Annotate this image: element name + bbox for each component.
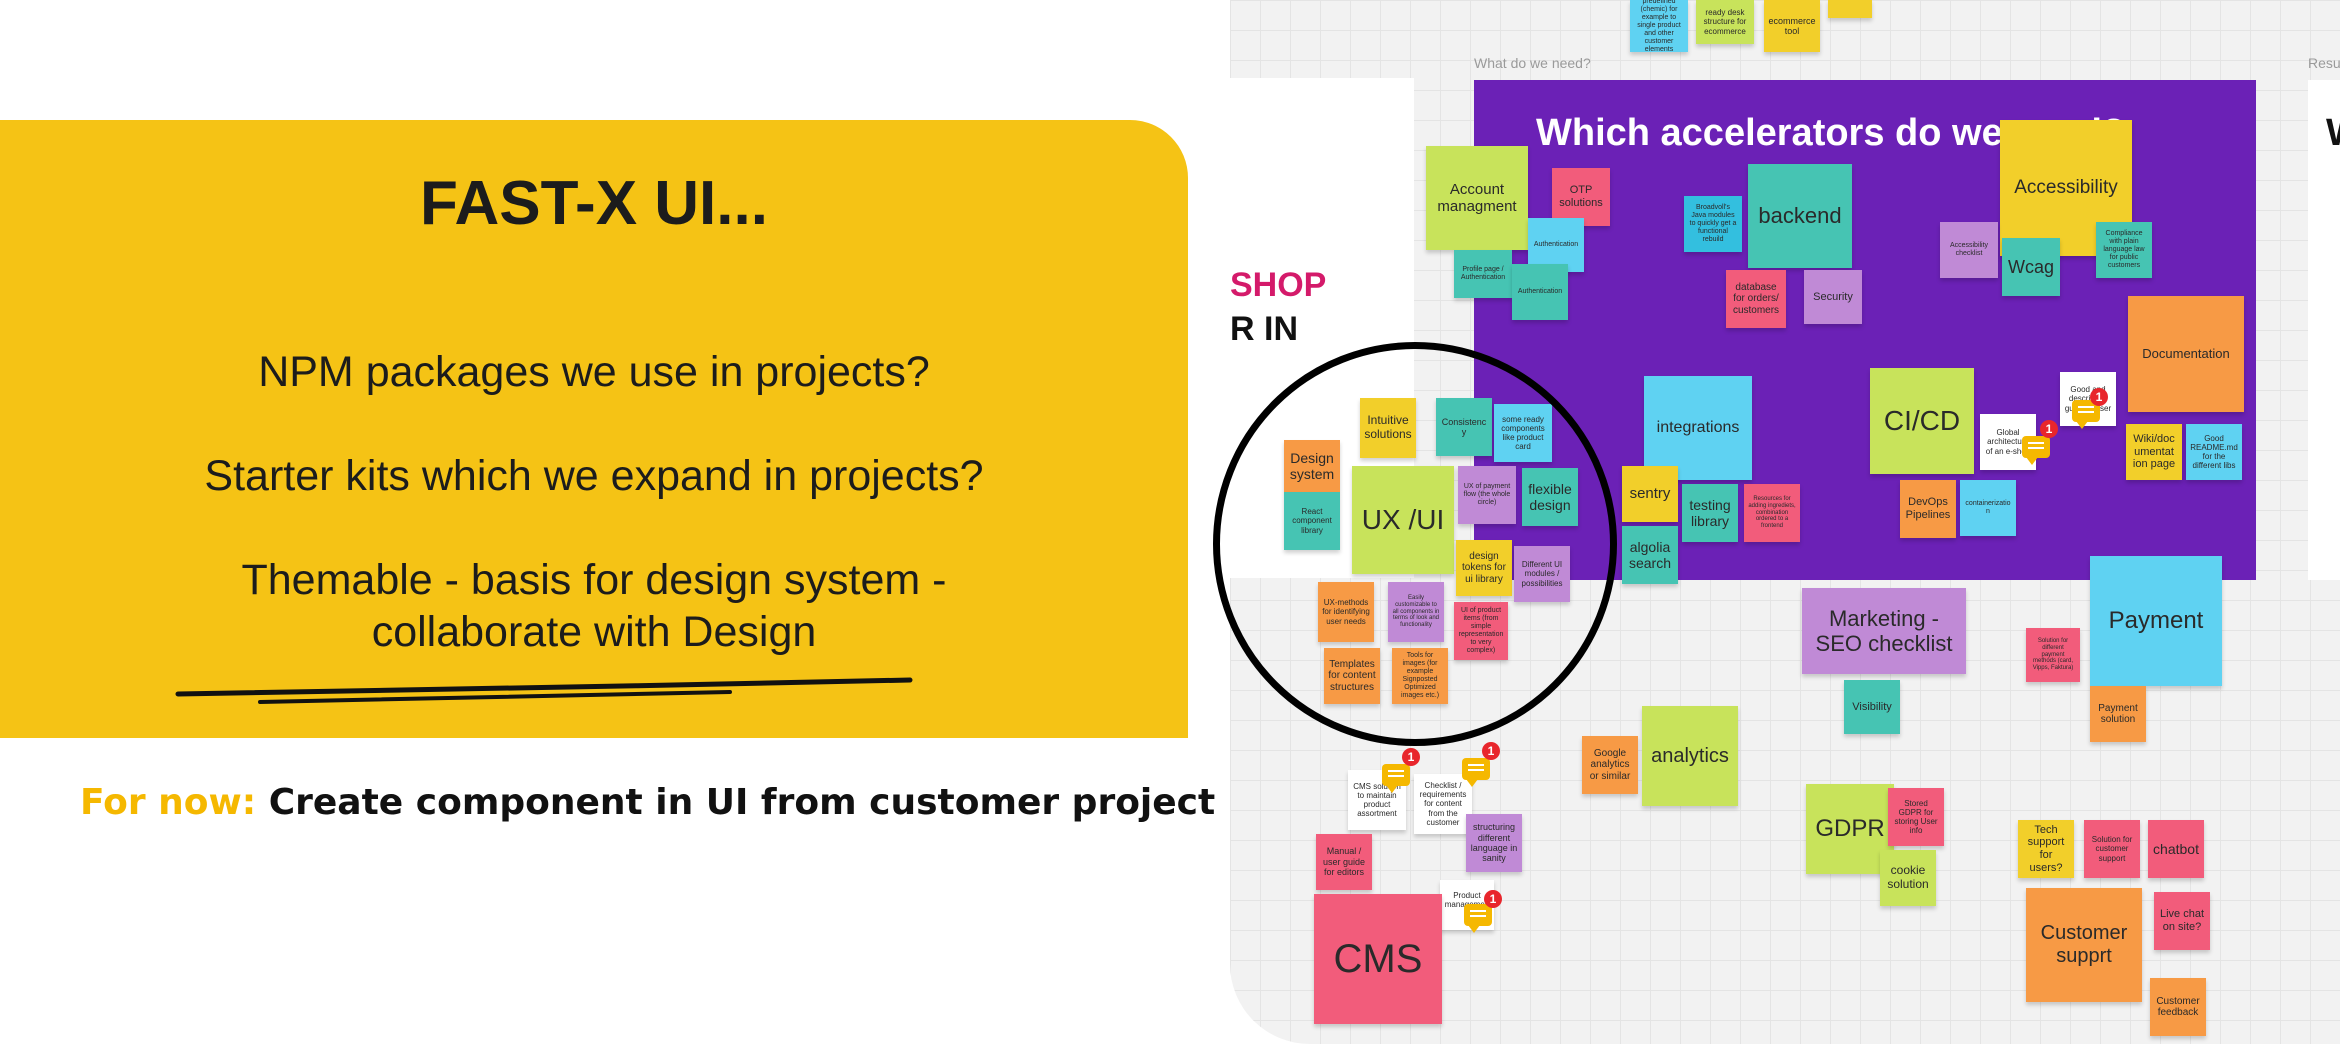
sticky-note[interactable]: predefined (chemic) for example to singl… <box>1630 0 1688 52</box>
sticky-note[interactable]: Customer supprt <box>2026 888 2142 1002</box>
comment-count-badge: 1 <box>1402 748 1420 766</box>
sticky-note[interactable]: CI/CD <box>1870 368 1974 474</box>
left-frame-shop-text: SHOP <box>1230 266 1327 304</box>
sticky-note[interactable]: sentry <box>1622 466 1678 522</box>
focus-circle-annotation <box>1213 342 1617 746</box>
comment-icon[interactable] <box>1464 904 1492 933</box>
comment-icon[interactable] <box>2022 436 2050 465</box>
slide-line-starter-kits: Starter kits which we expand in projects… <box>204 452 984 500</box>
sticky-note[interactable]: Profile page / Authentication <box>1454 250 1512 298</box>
slide-title: FAST-X UI... <box>420 169 768 238</box>
sticky-note[interactable]: integrations <box>1644 376 1752 480</box>
sticky-note[interactable]: Authentication <box>1512 264 1568 320</box>
sticky-note[interactable]: CMS <box>1314 894 1442 1024</box>
sticky-note[interactable]: Security <box>1804 270 1862 324</box>
results-frame-letter: W <box>2326 112 2340 155</box>
sticky-note[interactable]: Marketing - SEO checklist <box>1802 588 1966 674</box>
sticky-note[interactable]: ready desk structure for ecommerce <box>1696 0 1754 44</box>
sticky-note[interactable]: backend <box>1748 164 1852 268</box>
sticky-note[interactable]: Tech support for users? <box>2018 820 2074 878</box>
sticky-note[interactable]: DevOps Pipelines <box>1900 480 1956 538</box>
sticky-note[interactable]: Live chat on site? <box>2154 892 2210 950</box>
results-frame[interactable] <box>2308 80 2340 580</box>
sticky-note[interactable]: containerization <box>1960 480 2016 536</box>
for-now-label: For now: <box>80 782 257 823</box>
sticky-note[interactable]: database for orders/ customers <box>1726 270 1786 328</box>
sticky-note[interactable]: Compliance with plain language law for p… <box>2096 222 2152 278</box>
comment-icon[interactable] <box>1462 758 1490 787</box>
sticky-note[interactable]: chatbot <box>2148 820 2204 878</box>
sticky-note[interactable]: Stored GDPR for storing User info <box>1888 788 1944 846</box>
sticky-note[interactable]: Payment solution <box>2090 686 2146 742</box>
sticky-note[interactable]: Manual / user guide for editors <box>1316 834 1372 890</box>
sticky-note[interactable]: Visibility <box>1844 680 1900 734</box>
sticky-note[interactable]: Account managment <box>1426 146 1528 250</box>
sticky-note[interactable]: ecommerce tool <box>1764 0 1820 52</box>
comment-count-badge: 1 <box>1482 742 1500 760</box>
sticky-note[interactable]: Solution for customer support <box>2084 820 2140 878</box>
sticky-note[interactable] <box>1828 0 1872 18</box>
sticky-note[interactable]: testing library <box>1682 484 1738 542</box>
frame-label-results: Resu <box>2308 55 2340 71</box>
slide-line-themable: Themable - basis for design system - <box>241 556 947 604</box>
sticky-note[interactable]: Accessibility checklist <box>1940 222 1998 278</box>
left-frame-rin-text: R IN <box>1230 310 1298 348</box>
sticky-note[interactable]: cookie solution <box>1880 850 1936 906</box>
comment-count-badge: 1 <box>1484 890 1502 908</box>
sticky-note[interactable]: Broadvoll's Java modules to quickly get … <box>1684 196 1742 252</box>
slide-line-collaborate: collaborate with Design <box>371 608 817 656</box>
sticky-note[interactable]: Google analytics or similar <box>1582 736 1638 794</box>
sticky-note[interactable]: structuring different language in sanity <box>1466 814 1522 872</box>
sticky-note[interactable]: Documentation <box>2128 296 2244 412</box>
sticky-note[interactable]: Customer feedback <box>2150 978 2206 1036</box>
sticky-note[interactable]: Good README.md for the different libs <box>2186 424 2242 480</box>
sticky-note[interactable]: Solution for different payment methods (… <box>2026 628 2080 682</box>
sticky-note[interactable]: Resources for adding ingrediets, combina… <box>1744 484 1800 542</box>
comment-icon[interactable] <box>1382 764 1410 793</box>
sticky-note[interactable]: Payment <box>2090 556 2222 686</box>
frame-label-what-we-need: What do we need? <box>1474 55 1591 71</box>
sticky-note[interactable]: algolia search <box>1622 526 1678 584</box>
sticky-note[interactable]: Wiki/doc umentat ion page <box>2126 424 2182 480</box>
for-now-description: Create component in UI from customer pro… <box>268 782 1216 823</box>
comment-count-badge: 1 <box>2040 420 2058 438</box>
hand-drawn-underline <box>175 677 913 704</box>
sticky-note[interactable]: analytics <box>1642 706 1738 806</box>
slide-line-npm: NPM packages we use in projects? <box>258 348 930 396</box>
for-now-text: For now: Create component in UI from cus… <box>80 782 1215 823</box>
comment-count-badge: 1 <box>2090 388 2108 406</box>
sticky-note[interactable]: Checklist / requirements for content fro… <box>1414 774 1472 834</box>
sticky-note[interactable]: Wcag <box>2002 238 2060 296</box>
